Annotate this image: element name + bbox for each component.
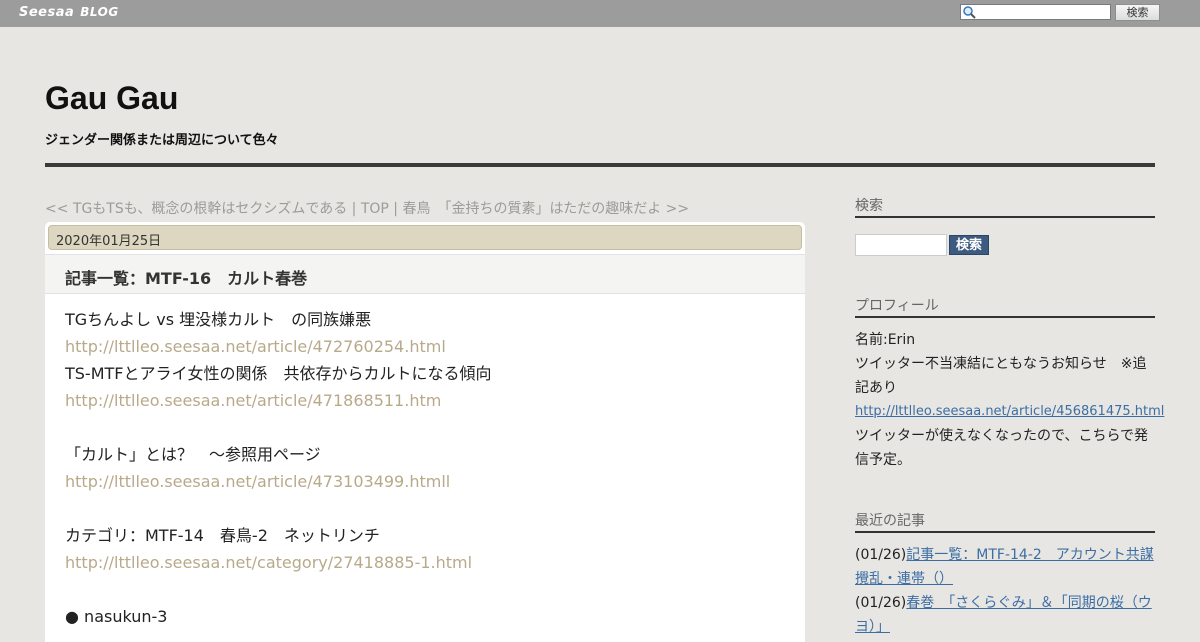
recent-articles-list: (01/26)記事一覧：MTF-14-2 アカウント共謀攪乱・連帯（） (01/… xyxy=(855,543,1155,639)
top-search-box xyxy=(960,4,1111,20)
sidebar-search-form: 検索 xyxy=(855,233,1155,257)
recent-articles-heading: 最近の記事 xyxy=(855,510,1155,533)
recent-article-item: (01/26)春巻 「さくらぐみ」＆「同期の桜（ウヨ）」 xyxy=(855,591,1155,639)
top-search-button[interactable]: 検索 xyxy=(1115,4,1160,21)
header-divider xyxy=(45,163,1155,167)
article-body: TGちんよし vs 埋没様カルト の同族嫌悪 http://lttlleo.se… xyxy=(65,306,785,630)
logo-seesaa-text: Seesaa xyxy=(19,5,75,20)
body-line: ● nasukun-3 xyxy=(65,607,168,626)
profile-link[interactable]: http://lttlleo.seesaa.net/article/456861… xyxy=(855,400,1164,424)
profile-note: ツイッターが使えなくなったので、こちらで発信予定。 xyxy=(855,428,1149,468)
logo-blog-text: BLOG xyxy=(80,5,119,19)
body-line: TGちんよし vs 埋没様カルト の同族嫌悪 xyxy=(65,310,372,329)
recent-article-item: (01/26)記事一覧：MTF-14-2 アカウント共謀攪乱・連帯（） xyxy=(855,543,1155,591)
blog-description: ジェンダー関係または周辺について色々 xyxy=(45,133,279,148)
top-search-input[interactable] xyxy=(977,5,1108,19)
body-line: TS-MTFとアライ女性の関係 共依存からカルトになる傾向 xyxy=(65,364,492,383)
recent-article-date: (01/26) xyxy=(855,547,907,563)
body-blank-line xyxy=(65,495,785,522)
recent-articles-section: 最近の記事 (01/26)記事一覧：MTF-14-2 アカウント共謀攪乱・連帯（… xyxy=(855,510,1155,639)
sidebar-search-input[interactable] xyxy=(855,234,947,256)
profile-name: 名前:Erin xyxy=(855,332,916,348)
article-date: 2020年01月25日 xyxy=(56,234,162,249)
nav-separator: | xyxy=(388,201,403,217)
profile-notice: ツイッター不当凍結にともなうお知らせ ※追記あり xyxy=(855,356,1147,396)
article-date-bar: 2020年01月25日 xyxy=(48,225,802,250)
body-link[interactable]: http://lttlleo.seesaa.net/article/473103… xyxy=(65,468,785,495)
body-blank-line xyxy=(65,576,785,603)
seesaa-blog-logo[interactable]: Seesaa BLOG xyxy=(19,5,119,20)
body-link[interactable]: http://lttlleo.seesaa.net/category/27418… xyxy=(65,549,785,576)
prev-article-link[interactable]: << TGもTSも、概念の根幹はセクシズムである xyxy=(45,201,347,217)
profile-section: プロフィール 名前:Erin ツイッター不当凍結にともなうお知らせ ※追記あり … xyxy=(855,295,1164,472)
body-line: カテゴリ：MTF-14 春鳥-2 ネットリンチ xyxy=(65,526,380,545)
seesaa-top-bar: Seesaa BLOG 検索 xyxy=(0,0,1200,27)
next-article-link[interactable]: 春鳥 「金持ちの質素」はただの趣味だよ >> xyxy=(402,201,689,217)
nav-separator: | xyxy=(347,201,361,217)
search-icon xyxy=(963,6,976,19)
profile-heading: プロフィール xyxy=(855,295,1155,318)
body-line: 「カルト」とは？ ～参照用ページ xyxy=(65,445,321,464)
recent-article-date: (01/26) xyxy=(855,595,907,611)
body-link[interactable]: http://lttlleo.seesaa.net/article/471868… xyxy=(65,387,785,414)
sidebar-search-heading: 検索 xyxy=(855,195,1155,218)
article-navigation: << TGもTSも、概念の根幹はセクシズムである | TOP | 春鳥 「金持ち… xyxy=(45,198,689,218)
article-title-bar: 記事一覧：MTF-16 カルト春巻 xyxy=(45,254,805,294)
sidebar-search-button[interactable]: 検索 xyxy=(949,235,989,255)
article-title[interactable]: 記事一覧：MTF-16 カルト春巻 xyxy=(65,265,307,289)
body-blank-line xyxy=(65,414,785,441)
article-card: 2020年01月25日 記事一覧：MTF-16 カルト春巻 TGちんよし vs … xyxy=(45,222,805,642)
profile-content: 名前:Erin ツイッター不当凍結にともなうお知らせ ※追記あり http://… xyxy=(855,328,1164,472)
sidebar-search-section: 検索 xyxy=(855,195,1155,218)
blog-title[interactable]: Gau Gau xyxy=(45,80,178,117)
top-link[interactable]: TOP xyxy=(361,201,389,217)
body-link[interactable]: http://lttlleo.seesaa.net/article/472760… xyxy=(65,333,785,360)
